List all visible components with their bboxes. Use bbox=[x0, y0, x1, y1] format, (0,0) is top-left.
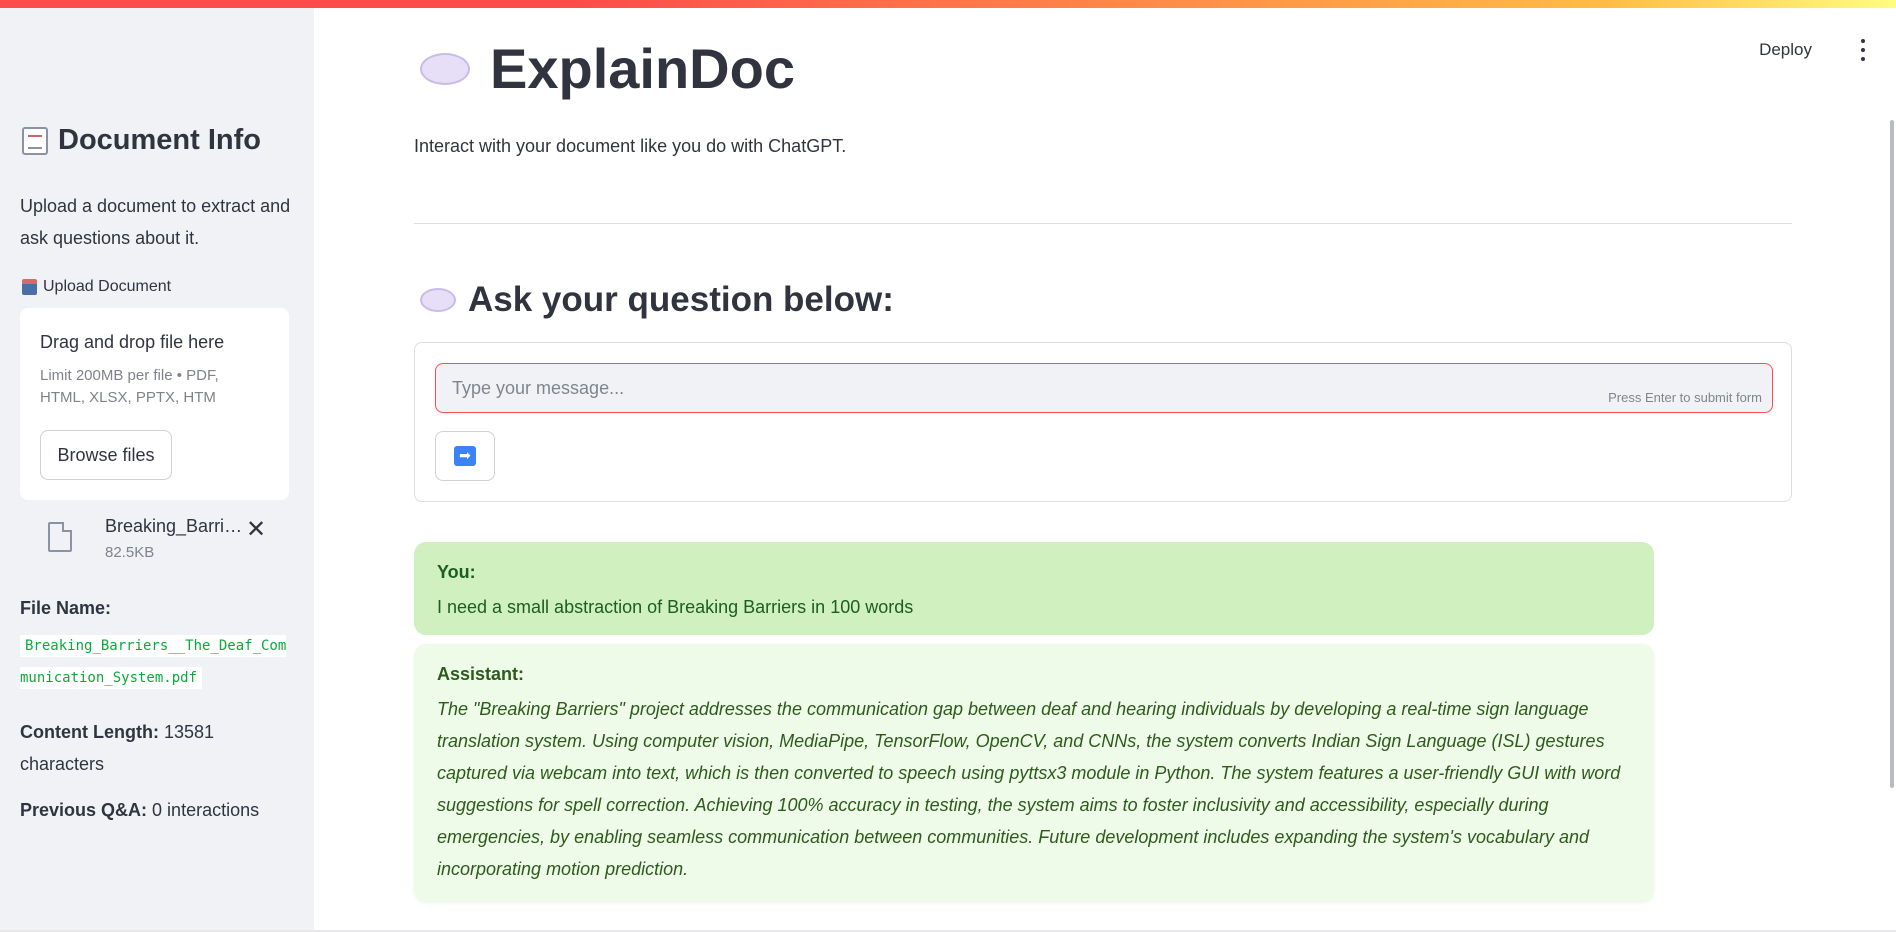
dropzone-limit-text: Limit 200MB per file • PDF, HTML, XLSX, … bbox=[40, 367, 219, 406]
page-title-text: ExplainDoc bbox=[490, 37, 795, 100]
inbox-tray-icon bbox=[22, 279, 37, 295]
submit-button[interactable]: ➡ bbox=[435, 431, 495, 481]
uploaded-file-size: 82.5KB bbox=[105, 544, 155, 561]
document-icon bbox=[22, 126, 48, 155]
chat-message-user: You: I need a small abstraction of Break… bbox=[414, 542, 1654, 635]
main-content: Deploy ExplainDoc Interact with your doc… bbox=[314, 8, 1896, 930]
sidebar-title-text: Document Info bbox=[58, 124, 261, 156]
file-name-value: Breaking_Barriers__The_Deaf_Communicatio… bbox=[20, 635, 287, 689]
speech-bubble-icon bbox=[420, 288, 456, 312]
message-role: Assistant: bbox=[437, 664, 525, 684]
file-name-info: File Name: bbox=[20, 598, 295, 619]
message-role: You: bbox=[437, 562, 476, 582]
upload-label: Upload Document bbox=[22, 278, 171, 296]
main-scrollbar[interactable] bbox=[1890, 120, 1894, 788]
message-input-wrapper: Press Enter to submit form bbox=[435, 363, 1773, 413]
file-dropzone[interactable]: Drag and drop file here Limit 200MB per … bbox=[20, 308, 289, 500]
previous-qa-value: 0 interactions bbox=[152, 800, 260, 820]
page-title: ExplainDoc bbox=[420, 36, 795, 101]
previous-qa-info: Previous Q&A: 0 interactions bbox=[20, 800, 295, 821]
ask-heading: Ask your question below: bbox=[420, 280, 894, 320]
remove-file-icon[interactable]: ✕ bbox=[244, 518, 268, 542]
sidebar-title: Document Info bbox=[22, 124, 261, 157]
content-length-info: Content Length: 13581 characters bbox=[20, 716, 280, 780]
upload-label-text: Upload Document bbox=[43, 278, 172, 295]
right-arrow-icon: ➡ bbox=[454, 446, 476, 466]
top-decoration-bar bbox=[0, 0, 1896, 8]
message-input[interactable] bbox=[436, 364, 1772, 412]
page-subtitle: Interact with your document like you do … bbox=[414, 136, 847, 156]
uploaded-file-name: Breaking_Barriers__The_Deaf_Communicatio… bbox=[105, 516, 245, 536]
divider bbox=[414, 223, 1792, 224]
uploaded-file: Breaking_Barriers__The_Deaf_Communicatio… bbox=[48, 516, 288, 568]
dropzone-title: Drag and drop file here bbox=[40, 332, 225, 352]
kebab-menu-icon[interactable] bbox=[1858, 39, 1868, 61]
content-length-label: Content Length: bbox=[20, 722, 159, 742]
file-name-label: File Name: bbox=[20, 598, 112, 618]
sidebar-description: Upload a document to extract and ask que… bbox=[20, 196, 291, 248]
file-name-code: Breaking_Barriers__The_Deaf_Communicatio… bbox=[20, 630, 290, 694]
ask-heading-text: Ask your question below: bbox=[468, 280, 894, 319]
file-icon bbox=[48, 522, 72, 552]
previous-qa-label: Previous Q&A: bbox=[20, 800, 148, 820]
sidebar: Document Info Upload a document to extra… bbox=[0, 8, 314, 930]
question-form: Press Enter to submit form ➡ bbox=[414, 342, 1792, 502]
deploy-button[interactable]: Deploy bbox=[1759, 40, 1812, 60]
message-text: I need a small abstraction of Breaking B… bbox=[437, 597, 914, 617]
chat-message-assistant: Assistant: The "Breaking Barriers" proje… bbox=[414, 644, 1654, 902]
speech-bubble-icon bbox=[420, 52, 470, 85]
browse-files-button[interactable]: Browse files bbox=[40, 430, 172, 480]
input-hint: Press Enter to submit form bbox=[1608, 390, 1762, 405]
message-text: The "Breaking Barriers" project addresse… bbox=[437, 699, 1621, 879]
